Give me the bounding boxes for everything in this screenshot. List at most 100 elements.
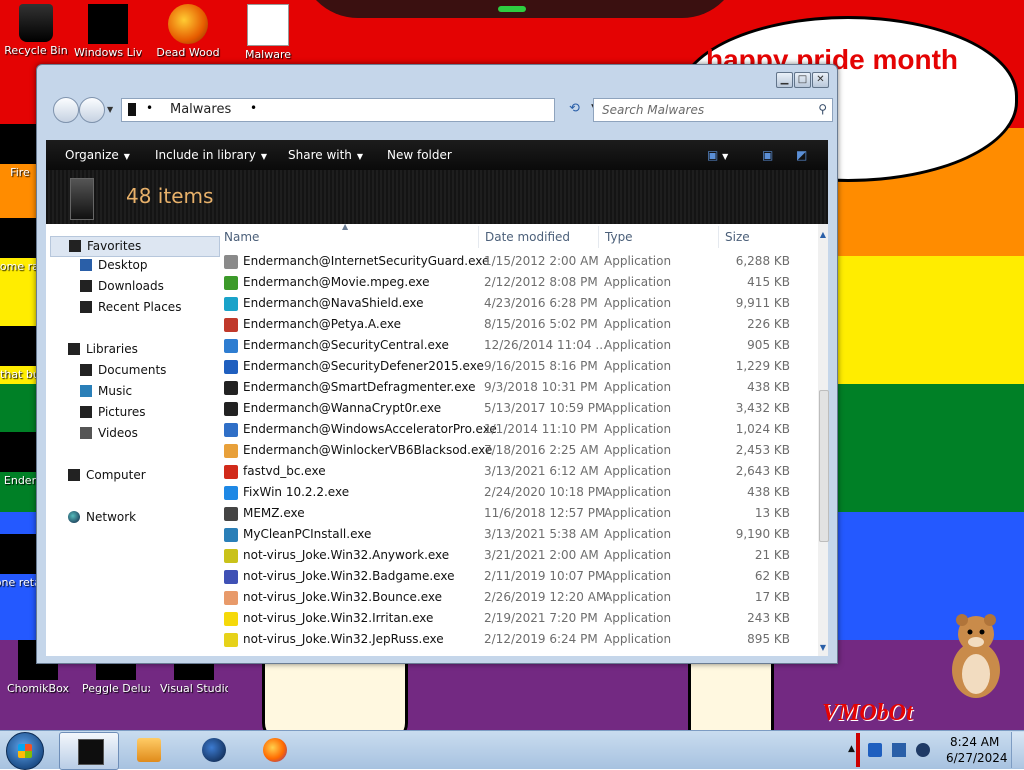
file-row[interactable]: Endermanch@WindowsAcceleratorPro.exe 1/1/… [222,419,810,440]
nav-recent-places[interactable]: Recent Places [80,300,181,314]
breadcrumb-separator[interactable]: • [146,101,153,115]
nav-videos[interactable]: Videos [80,426,138,440]
clock-date[interactable]: 6/27/2024 [946,751,1008,765]
application-icon [224,360,238,374]
file-row[interactable]: FixWin 10.2.2.exe 2/24/2020 10:18 PM Appli… [222,482,810,503]
file-type: Application [604,359,672,373]
folder-large-icon [70,178,94,220]
breadcrumb-malwares[interactable]: Malwares [170,102,231,117]
minimize-button[interactable]: ▁ [776,72,793,88]
desktop-icon-folder[interactable]: Windows Live Essentials [74,4,142,59]
column-header-size[interactable]: Size [725,230,750,244]
taskbar-explorer-button[interactable] [59,732,119,770]
taskbar-firefox-button[interactable] [245,732,303,768]
nav-computer[interactable]: Computer [68,468,146,482]
file-size: 3,432 KB [735,401,790,415]
show-hidden-icons-icon[interactable]: ▲ [848,744,855,754]
file-row[interactable]: Endermanch@Movie.mpeg.exe 2/12/2012 8:08 … [222,272,810,293]
column-header-type[interactable]: Type [605,230,633,244]
organize-button[interactable]: Organize ▼ [65,148,130,162]
window-controls: ▁ □ ✕ [776,72,829,88]
desktop-icon-firefox[interactable]: Dead Wood [154,4,222,59]
file-row[interactable]: Endermanch@WannaCrypt0r.exe 5/13/2017 10:… [222,398,810,419]
file-date-modified: 1/15/2012 2:00 AM [484,254,599,268]
share-with-button[interactable]: Share with ▼ [288,148,363,162]
preview-pane-icon[interactable]: ▣ [762,148,773,162]
file-name: not-virus_Joke.Win32.Irritan.exe [243,611,434,625]
scroll-down-icon[interactable]: ▼ [818,643,828,652]
desktop-icon-recycle-bin[interactable]: Recycle Bin [2,4,70,57]
file-row[interactable]: not-virus_Joke.Win32.JepRuss.exe 2/12/201… [222,629,810,650]
file-row[interactable]: Endermanch@InternetSecurityGuard.exe 1/15… [222,251,810,272]
file-row[interactable]: Endermanch@Petya.A.exe 8/15/2016 5:02 PM A… [222,314,810,335]
file-row[interactable]: not-virus_Joke.Win32.Bounce.exe 2/26/2019… [222,587,810,608]
file-row[interactable]: Endermanch@NavaShield.exe 4/23/2016 6:28 … [222,293,810,314]
nav-music[interactable]: Music [80,384,132,398]
column-divider[interactable] [718,226,719,248]
file-size: 62 KB [754,569,790,583]
show-desktop-button[interactable] [1011,732,1024,768]
scroll-up-icon[interactable]: ▲ [818,230,828,239]
nav-downloads[interactable]: Downloads [80,279,164,293]
search-input[interactable]: Search Malwares ⚲ [593,98,833,122]
file-row[interactable]: Endermanch@SmartDefragmenter.exe 9/3/2018… [222,377,810,398]
close-button[interactable]: ✕ [812,72,829,88]
network-status-icon[interactable] [892,743,906,757]
file-row[interactable]: MyCleanPCInstall.exe 3/13/2021 5:38 AM App… [222,524,810,545]
file-row[interactable]: Endermanch@WinlockerVB6Blacksod.exe 7/18/… [222,440,810,461]
nav-network[interactable]: Network [68,510,136,524]
file-row[interactable]: not-virus_Joke.Win32.Irritan.exe 2/19/202… [222,608,810,629]
start-button[interactable] [6,732,44,770]
file-row[interactable]: not-virus_Joke.Win32.Anywork.exe 3/21/202… [222,545,810,566]
file-row[interactable]: fastvd_bc.exe 3/13/2021 6:12 AM Applicatio… [222,461,810,482]
column-header-date[interactable]: Date modified [485,230,570,244]
application-icon [224,297,238,311]
file-date-modified: 2/12/2012 8:08 PM [484,275,598,289]
nav-libraries[interactable]: Libraries [68,342,138,356]
breadcrumb-separator[interactable]: • [250,101,257,115]
folder-icon [88,4,128,44]
file-row[interactable]: MEMZ.exe 11/6/2018 12:57 PM Application 13 … [222,503,810,524]
include-in-library-button[interactable]: Include in library ▼ [155,148,267,162]
explorer-icon [78,739,104,765]
application-icon [224,465,238,479]
firefox-icon [263,738,287,762]
clock-time[interactable]: 8:24 AM [950,735,999,749]
taskbar-media-player-button[interactable] [119,732,177,768]
taskbar-globe-button[interactable] [184,732,242,768]
maximize-button[interactable]: □ [794,72,811,88]
new-folder-button[interactable]: New folder [387,148,452,162]
file-list: ▲ Name Date modified Type Size Endermanc… [222,224,810,656]
nav-desktop[interactable]: Desktop [80,258,148,272]
file-size: 243 KB [747,611,790,625]
desktop-icon-malware[interactable]: Malware [234,4,302,61]
recent-places-icon [80,301,92,313]
nav-favorites[interactable]: Favorites [50,236,220,257]
view-options-icon[interactable]: ▣ ▼ [707,148,728,162]
column-divider[interactable] [478,226,479,248]
column-header-name[interactable]: Name [224,230,259,244]
tray-divider [856,733,860,767]
folder-icon [128,103,136,116]
file-row[interactable]: Endermanch@SecurityCentral.exe 12/26/2014… [222,335,810,356]
help-icon[interactable]: ◩ [796,148,807,162]
videos-icon [80,427,92,439]
column-divider[interactable] [598,226,599,248]
forward-button[interactable] [79,97,105,123]
file-size: 438 KB [747,380,790,394]
nav-pictures[interactable]: Pictures [80,405,146,419]
file-name: Endermanch@WannaCrypt0r.exe [243,401,442,415]
file-row[interactable]: not-virus_Joke.Win32.Badgame.exe 2/11/201… [222,566,810,587]
refresh-icon[interactable]: ⟲ [569,101,580,116]
scrollbar-thumb[interactable] [819,390,829,542]
application-icon [224,507,238,521]
nav-documents[interactable]: Documents [80,363,166,377]
file-row[interactable]: Endermanch@SecurityDefener2015.exe 9/16/2… [222,356,810,377]
tray-app-icon[interactable] [868,743,882,757]
address-field[interactable]: • Malwares • ▼ [121,98,598,122]
file-size: 2,453 KB [735,443,790,457]
recent-pages-dropdown[interactable]: ▼ [107,105,113,114]
volume-icon[interactable] [916,743,930,757]
back-button[interactable] [53,97,79,123]
vertical-scrollbar[interactable]: ▲ ▼ [818,224,829,656]
